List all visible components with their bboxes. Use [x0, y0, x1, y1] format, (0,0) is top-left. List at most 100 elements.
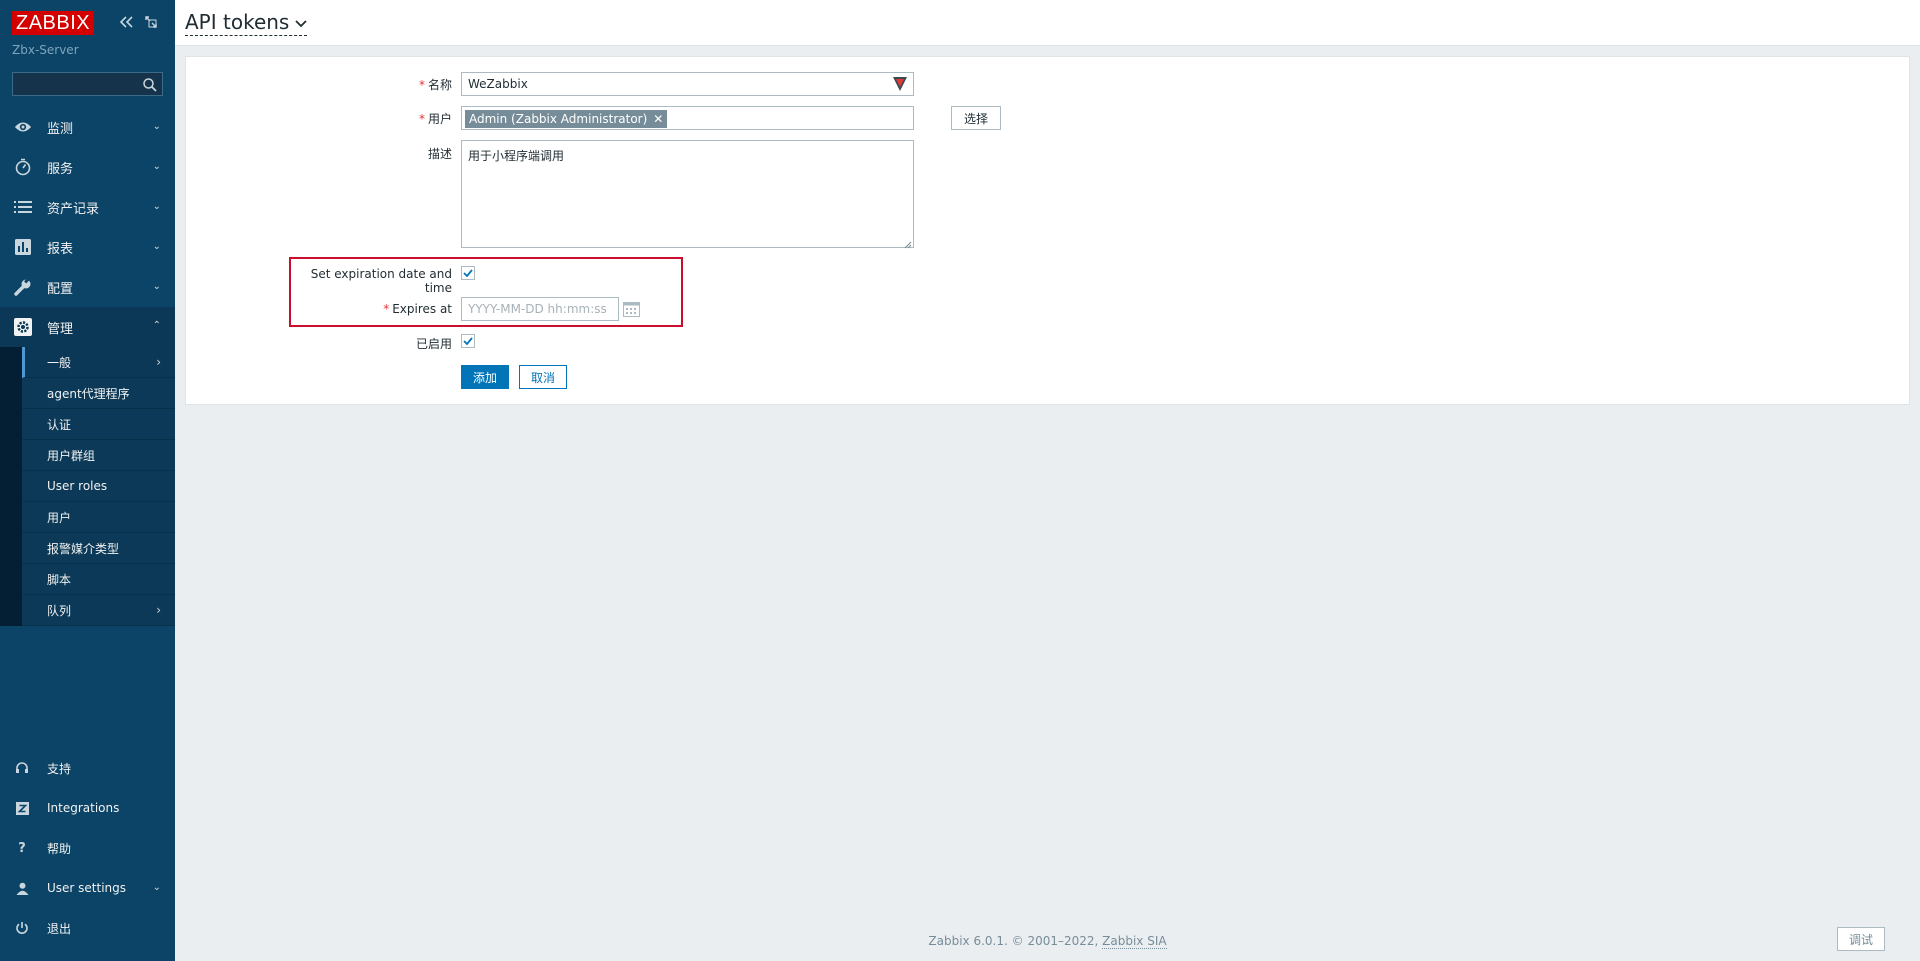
footer-copyright: Zabbix 6.0.1. © 2001–2022,: [928, 934, 1103, 948]
menu-item-label: 监测: [47, 121, 74, 137]
enabled-checkbox[interactable]: [461, 334, 475, 348]
name-value: WeZabbix: [468, 77, 528, 91]
chevron-down-icon: [295, 17, 307, 31]
chevron-down-icon: ⌄: [152, 281, 161, 292]
stopwatch-icon: [14, 158, 32, 176]
submenu-item-general[interactable]: 一般 ›: [22, 347, 175, 378]
footer: Zabbix 6.0.1. © 2001–2022, Zabbix SIA: [175, 934, 1920, 949]
sidebar-controls: [119, 14, 159, 30]
main-menu: 监测 ⌄ 服务 ⌄ 资产记录 ⌄ 报表 ⌄ 配置 ⌄ 管理 ⌃ 一般 › age…: [0, 107, 175, 626]
menu-item-label: Integrations: [47, 801, 120, 815]
description-label: 描述: [427, 147, 452, 161]
menu-item-administration[interactable]: 管理 ⌃: [0, 307, 175, 347]
menu-item-user-settings[interactable]: User settings ⌄: [0, 868, 175, 908]
list-icon: [14, 198, 32, 216]
user-multiselect[interactable]: Admin (Zabbix Administrator) ✕: [461, 106, 914, 130]
submenu-item-label: 一般: [47, 355, 72, 370]
description-value: 用于小程序端调用: [468, 149, 565, 163]
power-icon: [14, 920, 30, 936]
chevron-down-icon: ⌄: [152, 161, 161, 172]
menu-item-support[interactable]: 支持: [0, 748, 175, 788]
menu-item-label: 服务: [47, 161, 74, 177]
page-title: API tokens: [185, 10, 290, 34]
submenu-item-queue[interactable]: 队列 ›: [22, 595, 175, 626]
chevron-down-icon: ⌄: [152, 241, 161, 252]
server-name: Zbx-Server: [12, 43, 79, 57]
submenu-item-label: agent代理程序: [47, 386, 130, 401]
submenu-item-users[interactable]: 用户: [22, 502, 175, 533]
resize-handle-icon[interactable]: [904, 238, 912, 249]
search-icon[interactable]: [142, 77, 158, 93]
kiosk-mode-icon[interactable]: [143, 14, 159, 30]
chevron-down-icon: ⌄: [152, 882, 161, 893]
menu-item-label: 配置: [47, 281, 74, 297]
set-expiration-checkbox[interactable]: [461, 266, 475, 280]
menu-item-monitoring[interactable]: 监测 ⌄: [0, 107, 175, 147]
administration-submenu: 一般 › agent代理程序 认证 用户群组 User roles 用户 报警媒…: [0, 347, 175, 626]
sidebar-search-input[interactable]: [12, 72, 163, 96]
page-title-dropdown[interactable]: API tokens: [185, 10, 308, 36]
submenu-item-label: 脚本: [47, 572, 72, 587]
enabled-label: 已启用: [415, 337, 452, 351]
chevron-right-icon: ›: [156, 603, 161, 617]
user-tag-label: Admin (Zabbix Administrator): [469, 112, 648, 126]
remove-tag-icon[interactable]: ✕: [653, 112, 663, 126]
chevron-right-icon: ›: [156, 355, 161, 369]
debug-button[interactable]: 调试: [1837, 927, 1885, 951]
submenu-item-label: 用户: [47, 510, 72, 525]
gear-icon: [14, 318, 32, 336]
submenu-item-user-roles[interactable]: User roles: [22, 471, 175, 502]
sidebar: ZABBIX Zbx-Server 监测 ⌄ 服务 ⌄ 资产记录 ⌄ 报表 ⌄ …: [0, 0, 175, 961]
logo-row: ZABBIX: [12, 11, 95, 35]
cancel-button[interactable]: 取消: [519, 365, 567, 389]
chevron-up-icon: ⌃: [152, 320, 161, 331]
add-button[interactable]: 添加: [461, 365, 509, 389]
menu-item-label: 报表: [47, 241, 74, 257]
name-input[interactable]: WeZabbix: [461, 72, 914, 96]
footer-link[interactable]: Zabbix SIA: [1102, 934, 1167, 949]
expires-at-label: * Expires at: [383, 302, 452, 316]
menu-item-label: 管理: [47, 321, 74, 337]
expires-at-input[interactable]: YYYY-MM-DD hh:mm:ss: [461, 297, 619, 321]
submenu-item-label: 用户群组: [47, 448, 96, 463]
submenu-item-label: User roles: [47, 479, 108, 493]
wrench-icon: [14, 278, 32, 296]
user-label: * 用户: [418, 112, 452, 126]
menu-item-reports[interactable]: 报表 ⌄: [0, 227, 175, 267]
submenu-item-scripts[interactable]: 脚本: [22, 564, 175, 595]
submenu-item-label: 队列: [47, 603, 72, 618]
chevron-down-icon: ⌄: [152, 121, 161, 132]
zabbix-logo[interactable]: ZABBIX: [12, 11, 95, 35]
user-icon: [14, 880, 30, 896]
menu-item-inventory[interactable]: 资产记录 ⌄: [0, 187, 175, 227]
name-label: * 名称: [418, 78, 452, 92]
submenu-item-label: 认证: [47, 417, 72, 432]
submenu-item-proxies[interactable]: agent代理程序: [22, 378, 175, 409]
menu-item-label: User settings: [47, 881, 127, 895]
integrations-icon: [14, 800, 30, 816]
menu-item-services[interactable]: 服务 ⌄: [0, 147, 175, 187]
menu-item-help[interactable]: ? 帮助: [0, 828, 175, 868]
select-user-button[interactable]: 选择: [951, 106, 1001, 130]
help-icon: ?: [18, 840, 26, 856]
collapse-sidebar-icon[interactable]: [119, 14, 135, 30]
bar-chart-icon: [14, 238, 32, 256]
menu-item-integrations[interactable]: Integrations: [0, 788, 175, 828]
description-textarea[interactable]: 用于小程序端调用: [461, 140, 914, 249]
eye-icon: [14, 118, 32, 136]
form-panel: [185, 56, 1910, 405]
submenu-item-user-groups[interactable]: 用户群组: [22, 440, 175, 471]
set-expiration-label: Set expiration date and time: [310, 267, 452, 295]
user-tag: Admin (Zabbix Administrator) ✕: [465, 110, 668, 128]
menu-item-label: 资产记录: [47, 201, 100, 217]
expires-at-placeholder: YYYY-MM-DD hh:mm:ss: [468, 302, 607, 316]
submenu-item-authentication[interactable]: 认证: [22, 409, 175, 440]
menu-item-sign-out[interactable]: 退出: [0, 908, 175, 948]
menu-item-label: 支持: [47, 761, 72, 776]
menu-item-label: 帮助: [47, 841, 72, 856]
autofill-icon[interactable]: [891, 75, 909, 93]
menu-item-configuration[interactable]: 配置 ⌄: [0, 267, 175, 307]
submenu-item-media-types[interactable]: 报警媒介类型: [22, 533, 175, 564]
menu-item-label: 退出: [47, 921, 72, 936]
calendar-icon[interactable]: [622, 300, 640, 318]
